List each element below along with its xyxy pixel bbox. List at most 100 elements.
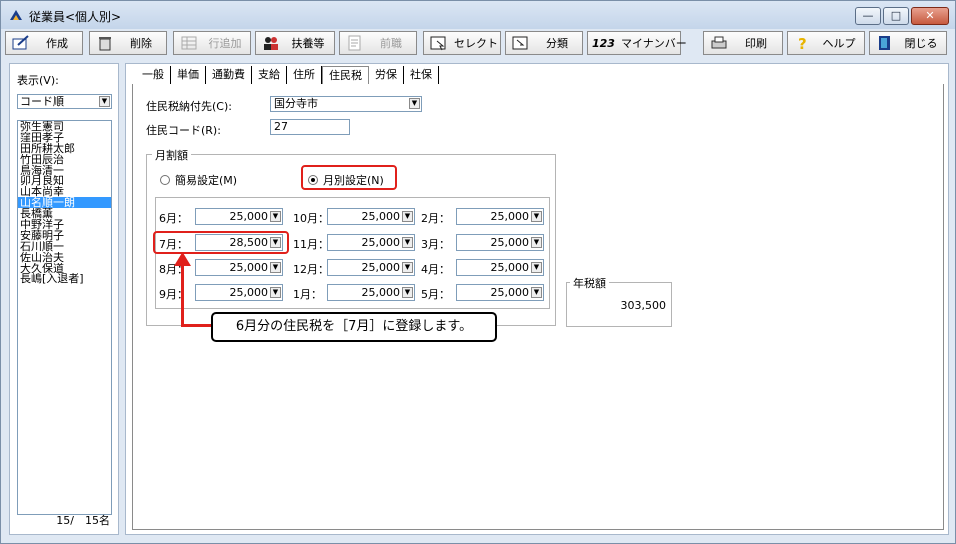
code-input[interactable]: 27: [270, 119, 350, 135]
sort-select[interactable]: コード順 ▼: [17, 94, 112, 109]
tab-6[interactable]: 労保: [369, 66, 404, 84]
month-amount-field[interactable]: 25,000 ▼: [456, 259, 544, 276]
tab-2[interactable]: 通勤費: [206, 66, 252, 84]
month-amount-value: 25,000: [229, 286, 269, 299]
chevron-down-icon[interactable]: ▼: [531, 211, 542, 222]
month-amount-value: 25,000: [229, 210, 269, 223]
employee-list-item[interactable]: 鳥海清一: [18, 165, 111, 176]
month-amount-field[interactable]: 25,000 ▼: [195, 259, 283, 276]
chevron-down-icon[interactable]: ▼: [270, 287, 281, 298]
month-amount-field[interactable]: 25,000 ▼: [327, 284, 415, 301]
employee-window: 従業員<個人別> — □ ✕ 作成 削除 行追加 扶養等 前職 セレクト 分類 …: [0, 0, 956, 544]
select-button[interactable]: セレクト: [423, 31, 501, 55]
tab-4[interactable]: 住所: [287, 66, 322, 84]
tab-1[interactable]: 単価: [171, 66, 206, 84]
chevron-down-icon: ▼: [99, 96, 110, 107]
chevron-down-icon[interactable]: ▼: [402, 287, 413, 298]
month-amount-field[interactable]: 25,000 ▼: [195, 284, 283, 301]
tab-strip: 一般 単価 通勤費 支給 住所 住民税 労保 社保: [136, 66, 439, 84]
people-icon: [264, 37, 278, 50]
tab-0[interactable]: 一般: [136, 66, 171, 84]
minimize-button[interactable]: —: [855, 7, 881, 25]
help-label: ヘルプ: [822, 37, 856, 50]
chevron-down-icon[interactable]: ▼: [402, 262, 413, 273]
create-button[interactable]: 作成: [5, 31, 83, 55]
employee-list[interactable]: 弥生憲司 窪田孝子 田所耕太郎 竹田辰治 鳥海清一 卯月良知 山本尚幸 山名順一朗 長橋薫 中野洋…: [17, 120, 112, 515]
chevron-down-icon[interactable]: ▼: [531, 262, 542, 273]
create-label: 作成: [46, 37, 68, 50]
employee-count: 15/ 15名: [56, 514, 110, 527]
add-row-label: 行追加: [208, 37, 242, 50]
annotation-callout: 6月分の住民税を［7月］に登録します。: [211, 312, 497, 342]
month-label: 11月：: [293, 238, 329, 251]
employee-list-item[interactable]: 石川順一: [18, 241, 111, 252]
display-label: 表示(V):: [17, 74, 59, 87]
window-close-button[interactable]: ✕: [911, 7, 949, 25]
month-amount-field[interactable]: 25,000 ▼: [456, 234, 544, 251]
chevron-down-icon[interactable]: ▼: [402, 211, 413, 222]
month-label: 1月：: [293, 288, 322, 301]
month-label: 3月：: [421, 238, 450, 251]
my-number-button[interactable]: 123 マイナンバー: [587, 31, 687, 55]
employee-list-item[interactable]: 長橋薫: [18, 208, 111, 219]
employee-list-item[interactable]: 弥生憲司: [18, 121, 111, 132]
dependents-button[interactable]: 扶養等: [255, 31, 335, 55]
dependents-label: 扶養等: [291, 37, 325, 50]
radio-simple-label: 簡易設定(M): [175, 174, 238, 187]
month-amount-value: 25,000: [490, 261, 530, 274]
month-amount-field[interactable]: 25,000 ▼: [327, 234, 415, 251]
employee-list-item[interactable]: 佐山治夫: [18, 252, 111, 263]
employee-list-item[interactable]: 大久保道: [18, 263, 111, 274]
employee-list-item[interactable]: 田所耕太郎: [18, 143, 111, 154]
sort-value: コード順: [20, 95, 64, 108]
delete-label: 削除: [130, 37, 152, 50]
month-amount-field[interactable]: 25,000 ▼: [456, 284, 544, 301]
toolbar: 作成 削除 行追加 扶養等 前職 セレクト 分類 123 マイナンバー 印刷 ?…: [3, 31, 953, 57]
classify-button[interactable]: 分類: [505, 31, 583, 55]
employee-list-item[interactable]: 長嶋[入退者]: [18, 273, 111, 285]
month-amount-value: 25,000: [490, 236, 530, 249]
monthly-group-title: 月割額: [152, 147, 191, 163]
tab-5[interactable]: 住民税: [322, 66, 369, 84]
help-button[interactable]: ? ヘルプ: [787, 31, 865, 55]
delete-button[interactable]: 削除: [89, 31, 167, 55]
chevron-down-icon[interactable]: ▼: [402, 237, 413, 248]
tab-7[interactable]: 社保: [404, 66, 439, 84]
chevron-down-icon[interactable]: ▼: [270, 211, 281, 222]
month-label: 4月：: [421, 263, 450, 276]
create-icon: [12, 35, 29, 50]
month-label: 2月：: [421, 212, 450, 225]
employee-list-item[interactable]: 山本尚幸: [18, 186, 111, 197]
employee-list-item[interactable]: 卯月良知: [18, 175, 111, 187]
close-button[interactable]: 閉じる: [869, 31, 947, 55]
month-amount-value: 25,000: [490, 210, 530, 223]
month-amount-field[interactable]: 25,000 ▼: [327, 208, 415, 225]
svg-text:?: ?: [798, 35, 807, 51]
title-bar[interactable]: 従業員<個人別> — □ ✕: [1, 1, 955, 29]
document-icon: [348, 35, 361, 51]
employee-list-item[interactable]: 中野洋子: [18, 219, 111, 230]
month-amount-value: 25,000: [490, 286, 530, 299]
add-row-button[interactable]: 行追加: [173, 31, 251, 55]
payee-select[interactable]: 国分寺市 ▼: [270, 96, 422, 112]
classify-label: 分類: [546, 37, 568, 50]
chevron-down-icon[interactable]: ▼: [270, 262, 281, 273]
exit-icon: [879, 36, 890, 50]
month-amount-field[interactable]: 25,000 ▼: [195, 208, 283, 225]
print-button[interactable]: 印刷: [703, 31, 783, 55]
employee-list-item[interactable]: 安藤明子: [18, 230, 111, 241]
tab-3[interactable]: 支給: [252, 66, 287, 84]
app-icon: [10, 10, 22, 20]
chevron-down-icon[interactable]: ▼: [531, 237, 542, 248]
my-number-label: マイナンバー: [620, 37, 687, 50]
employee-list-item[interactable]: 竹田辰治: [18, 154, 111, 165]
code-label: 住民コード(R):: [146, 124, 221, 137]
month-amount-field[interactable]: 25,000 ▼: [327, 259, 415, 276]
employee-list-item[interactable]: 窪田孝子: [18, 132, 111, 143]
radio-simple[interactable]: 簡易設定(M): [160, 172, 237, 188]
maximize-button[interactable]: □: [883, 7, 909, 25]
previous-job-button[interactable]: 前職: [339, 31, 417, 55]
employee-list-item[interactable]: 山名順一朗: [18, 197, 111, 209]
month-amount-field[interactable]: 25,000 ▼: [456, 208, 544, 225]
chevron-down-icon[interactable]: ▼: [531, 287, 542, 298]
